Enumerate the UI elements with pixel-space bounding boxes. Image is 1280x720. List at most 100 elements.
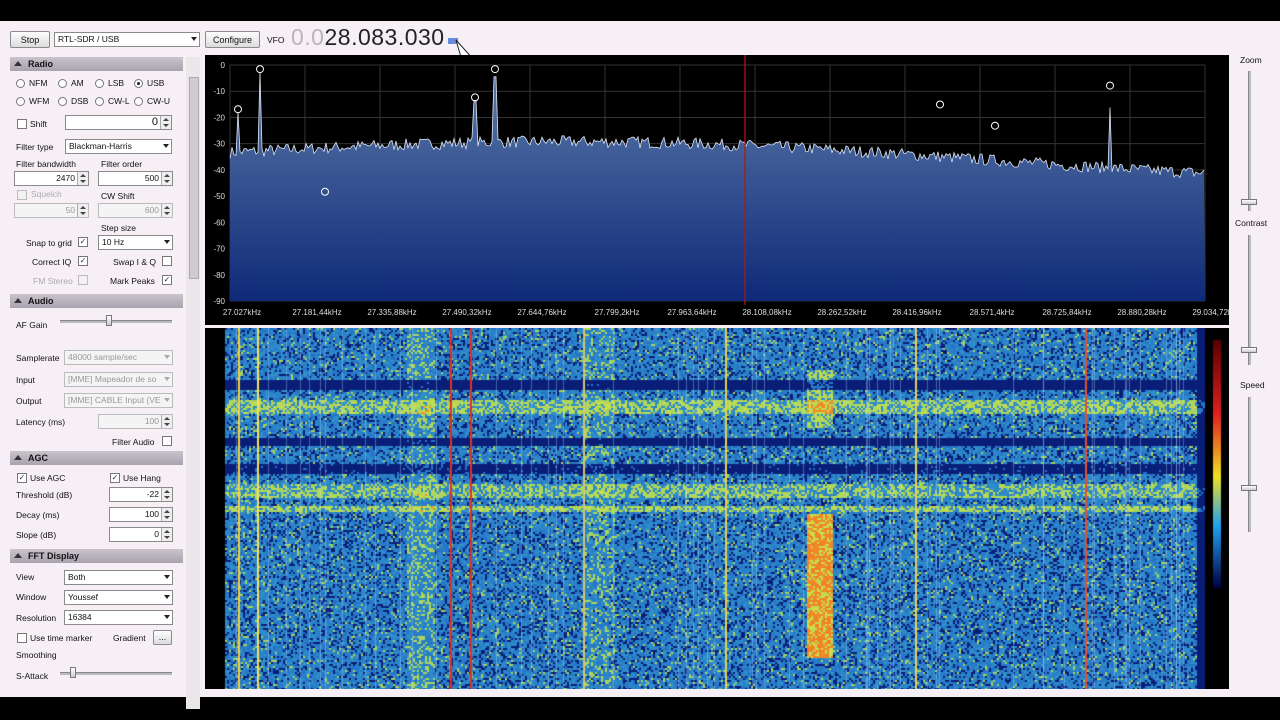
mode-label: CW-U — [147, 96, 170, 106]
configure-button[interactable]: Configure — [205, 31, 260, 48]
time-marker-label: Use time marker — [30, 633, 93, 643]
waterfall-display[interactable] — [205, 328, 1229, 689]
mode-radio-cw-l[interactable] — [95, 97, 104, 106]
spectrum-analyzer[interactable]: 0 -10 -20 -30 -40 -50 -60 -70 -80 -90 27.027kHz 27.… — [205, 55, 1229, 325]
collapse-icon — [14, 455, 22, 460]
frequency-tick-label: 28.571,4kHz — [970, 308, 1015, 317]
db-tick-label: -90 — [213, 297, 225, 306]
cw-shift-spinner[interactable]: 600 — [98, 203, 173, 218]
db-tick-label: -80 — [213, 271, 225, 280]
frequency-tick-label: 28.725,84kHz — [1042, 308, 1091, 317]
use-hang-checkbox[interactable]: ✓ — [110, 473, 120, 483]
radio-section-header[interactable]: Radio — [10, 57, 183, 71]
use-agc-checkbox[interactable]: ✓ — [17, 473, 27, 483]
db-tick-label: -20 — [213, 113, 225, 122]
collapse-icon — [14, 553, 22, 558]
agc-section-header[interactable]: AGC — [10, 451, 183, 465]
mode-radio-usb[interactable] — [134, 79, 143, 88]
zoom-label: Zoom — [1240, 55, 1262, 65]
af-gain-label: AF Gain — [16, 320, 48, 330]
chevron-down-icon — [164, 398, 170, 402]
filter-order-spinner[interactable]: 500 — [98, 171, 173, 186]
vfo-frequency-display[interactable]: 0.028.083.030 — [291, 24, 445, 51]
frequency-tick-label: 27.644,76kHz — [517, 308, 566, 317]
filter-bandwidth-spinner[interactable]: 2470 — [14, 171, 89, 186]
frequency-tick-label: 27.799,2kHz — [595, 308, 640, 317]
smoothing-label: Smoothing — [16, 650, 57, 660]
contrast-label: Contrast — [1235, 218, 1268, 228]
s-attack-slider[interactable] — [60, 667, 172, 679]
mode-radio-wfm[interactable] — [16, 97, 25, 106]
chevron-down-icon — [164, 355, 170, 359]
mark-peaks-label: Mark Peaks — [110, 276, 155, 286]
mode-radio-dsb[interactable] — [58, 97, 67, 106]
mode-radio-nfm[interactable] — [16, 79, 25, 88]
frequency-tick-label: 27.335,88kHz — [367, 308, 416, 317]
collapse-icon — [14, 298, 22, 303]
db-tick-label: 0 — [221, 61, 226, 70]
correct-iq-label: Correct IQ — [32, 257, 72, 267]
squelch-label: Squelch — [31, 189, 62, 199]
vfo-digits: 28.083.030 — [324, 24, 445, 50]
db-tick-label: -40 — [213, 166, 225, 175]
fft-section-header[interactable]: FFT Display — [10, 549, 183, 563]
fm-stereo-checkbox[interactable] — [78, 275, 88, 285]
mode-radio-lsb[interactable] — [95, 79, 104, 88]
input-device-select[interactable]: [MME] Mapeador de so — [64, 372, 173, 387]
mode-label: LSB — [108, 78, 125, 88]
gradient-button[interactable]: ... — [153, 630, 172, 645]
mode-label: WFM — [29, 96, 50, 106]
filter-audio-label: Filter Audio — [112, 437, 155, 447]
decay-spinner[interactable]: 100 — [109, 507, 173, 522]
frequency-tick-label: 29.034,72kHz — [1192, 308, 1229, 317]
threshold-spinner[interactable]: -22 — [109, 487, 173, 502]
mode-radio-am[interactable] — [58, 79, 67, 88]
window-select[interactable]: Youssef — [64, 590, 173, 605]
chevron-down-icon — [164, 240, 170, 244]
shift-checkbox[interactable] — [17, 119, 27, 129]
swap-iq-checkbox[interactable] — [162, 256, 172, 266]
vfo-label: VFO — [267, 35, 285, 45]
shift-spinner[interactable]: 0 — [65, 115, 172, 130]
filter-audio-checkbox[interactable] — [162, 436, 172, 446]
gradient-label: Gradient — [113, 633, 146, 643]
top-letterbox — [0, 0, 1280, 21]
sdr-app-window: Stop RTL-SDR / USB Configure VFO 0.028.0… — [0, 21, 1280, 709]
af-gain-slider[interactable] — [60, 315, 172, 327]
squelch-checkbox[interactable] — [17, 190, 27, 200]
time-marker-checkbox[interactable] — [17, 633, 27, 643]
stop-button[interactable]: Stop — [10, 31, 50, 48]
step-size-select[interactable]: 10 Hz — [98, 235, 173, 250]
source-select[interactable]: RTL-SDR / USB — [54, 32, 200, 47]
zoom-slider[interactable] — [1241, 71, 1257, 211]
vfo-dim-digits: 0.0 — [291, 24, 325, 50]
output-label: Output — [16, 396, 42, 406]
output-device-select[interactable]: [MME] CABLE Input (VE — [64, 393, 173, 408]
resolution-select[interactable]: 16384 — [64, 610, 173, 625]
samplerate-select[interactable]: 48000 sample/sec — [64, 350, 173, 365]
frequency-tick-label: 28.262,52kHz — [817, 308, 866, 317]
slope-spinner[interactable]: 0 — [109, 527, 173, 542]
slope-label: Slope (dB) — [16, 530, 57, 540]
decay-label: Decay (ms) — [16, 510, 60, 520]
mode-radio-cw-u[interactable] — [134, 97, 143, 106]
chevron-down-icon — [164, 615, 170, 619]
db-tick-label: -50 — [213, 192, 225, 201]
squelch-spinner[interactable]: 50 — [14, 203, 89, 218]
s-attack-label: S-Attack — [16, 671, 49, 681]
speed-slider[interactable] — [1241, 397, 1257, 532]
cw-shift-label: CW Shift — [101, 191, 135, 201]
frequency-tick-label: 27.963,64kHz — [667, 308, 716, 317]
db-tick-label: -10 — [213, 87, 225, 96]
correct-iq-checkbox[interactable]: ✓ — [78, 256, 88, 266]
speed-label: Speed — [1240, 380, 1265, 390]
filter-type-select[interactable]: Blackman-Harris — [65, 139, 172, 154]
audio-section-header[interactable]: Audio — [10, 294, 183, 308]
mark-peaks-checkbox[interactable]: ✓ — [162, 275, 172, 285]
contrast-slider[interactable] — [1241, 235, 1257, 365]
snap-checkbox[interactable]: ✓ — [78, 237, 88, 247]
left-panel-scrollbar[interactable] — [186, 57, 200, 709]
frequency-tick-label: 27.490,32kHz — [442, 308, 491, 317]
latency-spinner[interactable]: 100 — [98, 414, 173, 429]
view-select[interactable]: Both — [64, 570, 173, 585]
